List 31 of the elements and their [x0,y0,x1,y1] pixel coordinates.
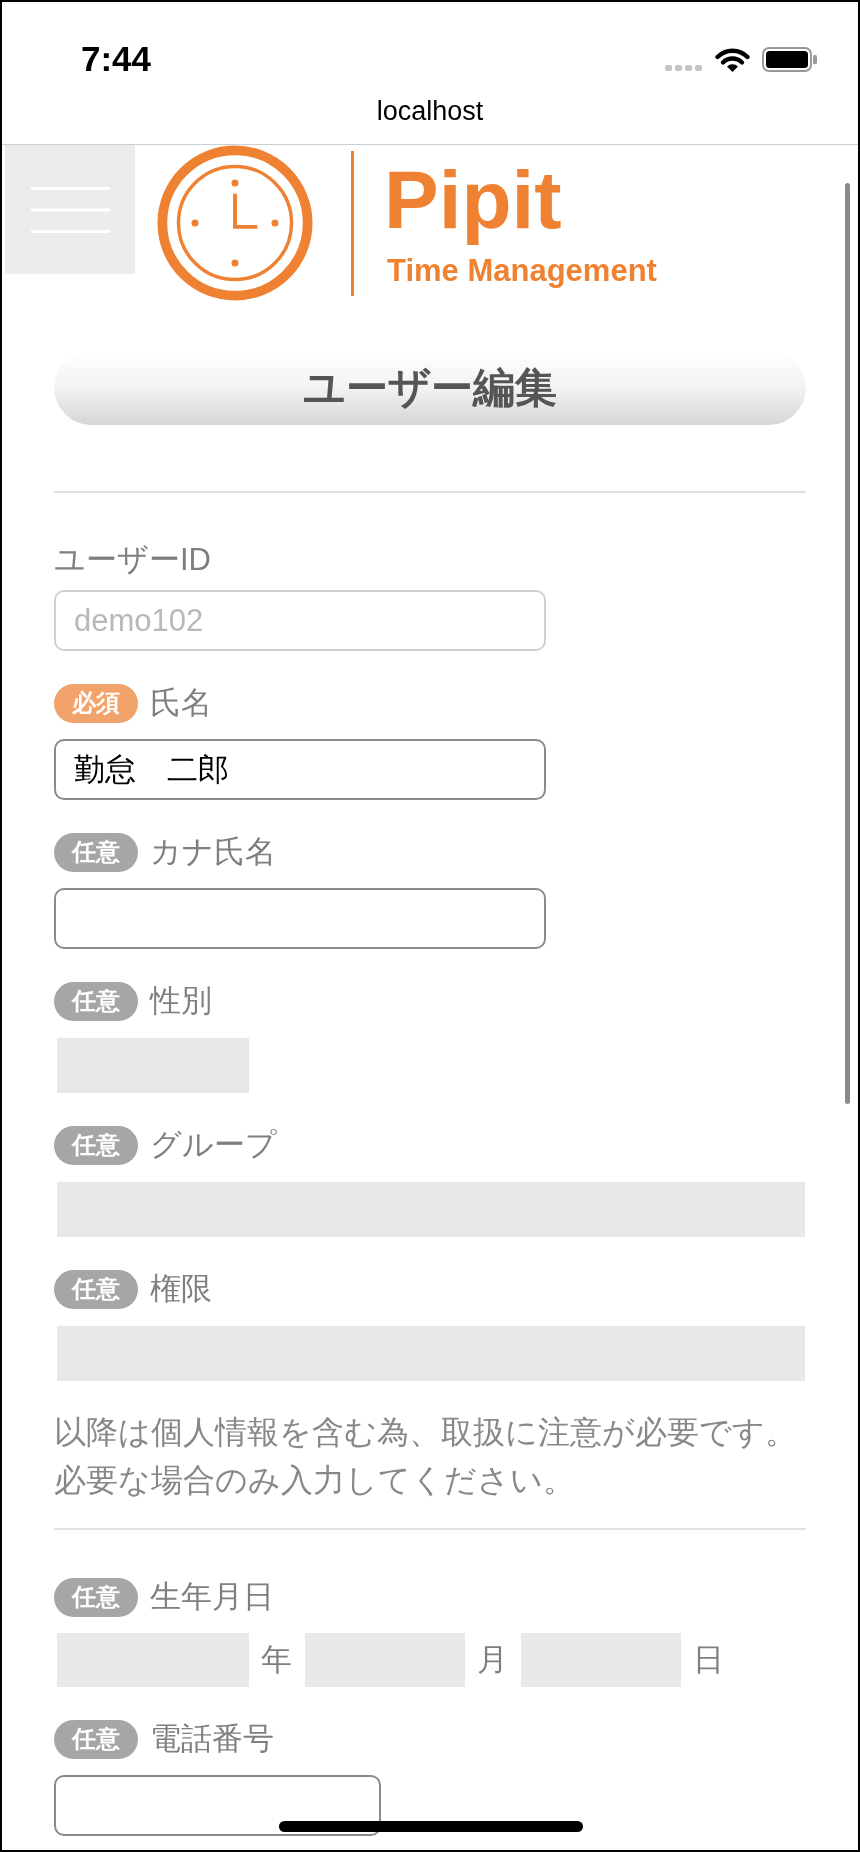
required-badge: 必須 [54,683,138,723]
date-unit-label: 年 [261,1641,292,1679]
date-unit-label: 日 [693,1641,724,1679]
signal-icon [665,64,702,71]
text-field[interactable] [54,1775,381,1836]
field-label: ユーザーID [54,541,211,579]
notice-text: 以降は個人情報を含む為、取扱に注意が必要です。 必要な場合のみ入力してください。 [54,1413,798,1500]
optional-badge: 任意 [54,1577,138,1617]
field-label: 権限 [150,1270,212,1308]
optional-badge: 任意 [54,832,138,872]
text-field[interactable]: 勤怠 二郎 [54,739,546,800]
date-unit-label: 月 [477,1641,508,1679]
field-label: 電話番号 [150,1720,274,1758]
logo-tagline: Time Management [387,255,657,286]
text-field[interactable] [54,888,546,949]
optional-badge: 任意 [54,1125,138,1165]
page-url[interactable]: localhost [376,95,484,127]
field-label: 生年月日 [150,1578,274,1616]
field-label: カナ氏名 [150,833,276,871]
field-label: 性別 [150,982,212,1020]
status-time: 7:44 [81,39,152,79]
field-label: 氏名 [150,684,212,722]
menu-button[interactable] [5,145,135,274]
battery-icon [762,46,817,72]
scroll-bar[interactable] [845,183,850,1104]
wifi-icon [715,46,750,72]
field-label: グループ [150,1126,277,1164]
optional-badge: 任意 [54,1719,138,1759]
optional-badge: 任意 [54,1269,138,1309]
clock-icon [157,145,313,301]
optional-badge: 任意 [54,981,138,1021]
